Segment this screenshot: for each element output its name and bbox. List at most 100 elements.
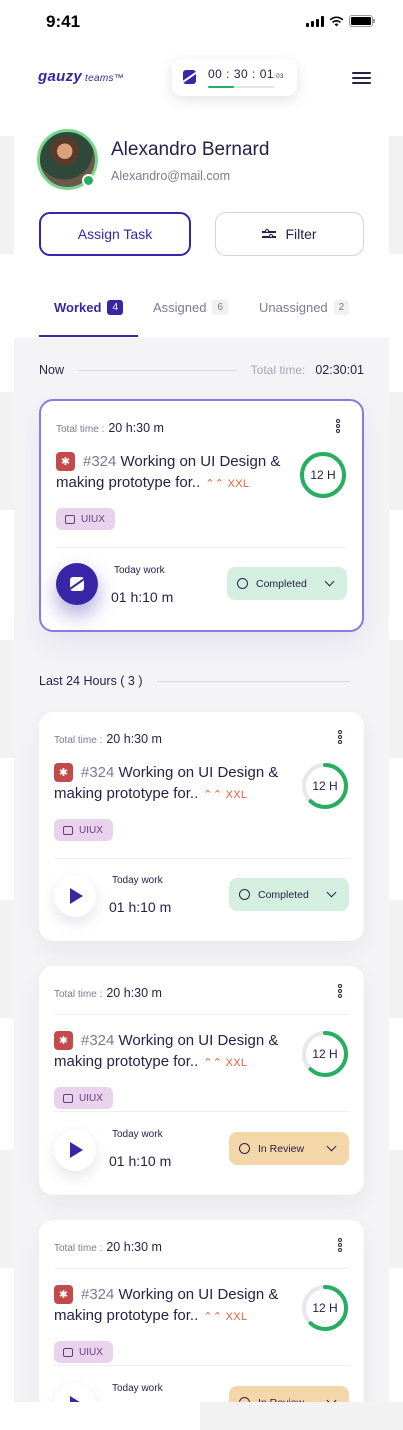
stop-icon	[70, 577, 84, 591]
more-options-icon[interactable]	[338, 1238, 342, 1252]
task-title[interactable]: #324 Working on UI Design & making proto…	[54, 1284, 279, 1328]
more-options-icon[interactable]	[338, 984, 342, 998]
tab-unassigned[interactable]: Unassigned 2	[259, 300, 350, 338]
task-title[interactable]: #324 Working on UI Design & making proto…	[56, 451, 281, 495]
status-icon	[239, 1143, 250, 1154]
divider	[56, 547, 347, 548]
today-work-value: 01 h:10 m	[111, 589, 174, 605]
label-text: UIUX	[79, 1092, 103, 1104]
estimate-label: 12 H	[310, 468, 336, 482]
tab-worked[interactable]: Worked 4	[54, 300, 123, 338]
task-size-value: XXL	[225, 1311, 248, 1323]
task-card-active[interactable]: Total time :20 h:30 m ✱ #324 Working on …	[39, 399, 364, 632]
status-text: Completed	[256, 577, 307, 590]
task-title[interactable]: #324 Working on UI Design & making proto…	[54, 762, 279, 806]
status-bar: 9:41	[14, 0, 389, 44]
label-chip[interactable]: UIUX	[54, 1087, 113, 1109]
hamburger-menu-icon[interactable]	[352, 72, 371, 84]
top-panel: 9:41 gauzy teams™ 00 : 30 : 01:03 Alexan…	[14, 0, 389, 338]
timer-display: 00 : 30 : 01:03	[208, 67, 284, 81]
task-size: ⌃⌃ XXL	[205, 478, 250, 490]
background-tile	[0, 900, 14, 1018]
task-tabs: Worked 4 Assigned 6 Unassigned 2	[14, 300, 389, 338]
app-header: gauzy teams™ 00 : 30 : 01:03	[14, 56, 389, 106]
label-chip[interactable]: UIUX	[54, 819, 113, 841]
task-card[interactable]: Total time :20 h:30 m ✱ #324 Working on …	[39, 966, 364, 1195]
assign-task-button[interactable]: Assign Task	[39, 212, 191, 256]
play-button[interactable]	[54, 1383, 96, 1402]
background-tile	[389, 1150, 403, 1268]
status-text: In Review	[258, 1142, 305, 1155]
task-number: #324	[81, 764, 115, 781]
total-time: Total time :20 h:30 m	[54, 732, 162, 746]
total-time: Total time :20 h:30 m	[54, 1240, 162, 1254]
timer-stop-icon[interactable]	[183, 70, 196, 84]
filter-button[interactable]: Filter	[215, 212, 364, 256]
user-email: Alexandro@mail.com	[111, 169, 230, 183]
label-icon	[63, 1093, 73, 1103]
today-work-label: Today work	[112, 1383, 163, 1394]
label-text: UIUX	[79, 824, 103, 836]
logo-subtext: teams™	[85, 73, 125, 84]
total-time-value: 02:30:01	[315, 363, 364, 377]
background-tile	[0, 640, 14, 758]
total-time: Total time :20 h:30 m	[56, 421, 164, 435]
task-card[interactable]: Total time :20 h:30 m ✱ #324 Working on …	[39, 1220, 364, 1402]
section-title: Last 24 Hours ( 3 )	[39, 674, 143, 688]
estimate-label: 12 H	[312, 779, 338, 793]
play-button[interactable]	[54, 1129, 96, 1171]
background-tile	[200, 1402, 403, 1430]
chevron-down-icon	[326, 1141, 337, 1152]
chevron-down-icon	[326, 887, 337, 898]
tab-count: 6	[212, 300, 229, 315]
task-size-value: XXL	[227, 478, 250, 490]
status-dropdown[interactable]: In Review	[229, 1386, 349, 1402]
label-text: UIUX	[79, 1346, 103, 1358]
status-icon	[239, 1397, 250, 1402]
background-tile	[389, 640, 403, 758]
task-number: #324	[81, 1032, 115, 1049]
tab-label: Worked	[54, 300, 102, 315]
tab-label: Assigned	[153, 300, 207, 315]
status-dropdown[interactable]: Completed	[229, 878, 349, 911]
task-title[interactable]: #324 Working on UI Design & making proto…	[54, 1030, 279, 1074]
status-dropdown[interactable]: In Review	[229, 1132, 349, 1165]
today-work-label: Today work	[114, 565, 165, 576]
chevron-down-icon	[324, 576, 335, 587]
status-text: Completed	[258, 888, 309, 901]
today-work-label: Today work	[112, 875, 163, 886]
today-work-value: 01 h:10 m	[109, 899, 172, 915]
tab-assigned[interactable]: Assigned 6	[153, 300, 229, 338]
filter-label: Filter	[285, 226, 317, 242]
label-text: UIUX	[81, 513, 105, 525]
label-chip[interactable]: UIUX	[56, 508, 115, 530]
timer-progress-bar	[208, 86, 274, 88]
app-logo[interactable]: gauzy teams™	[38, 68, 124, 85]
timer-fraction: :03	[274, 74, 284, 80]
task-size: ⌃⌃ XXL	[203, 789, 248, 801]
section-title: Now	[39, 363, 65, 377]
background-tile	[0, 392, 14, 510]
more-options-icon[interactable]	[336, 419, 340, 433]
label-chip[interactable]: UIUX	[54, 1341, 113, 1363]
user-profile: Alexandro Bernard Alexandro@mail.com	[37, 129, 377, 190]
timer-widget[interactable]: 00 : 30 : 01:03	[172, 59, 297, 96]
estimate-label: 12 H	[312, 1301, 338, 1315]
task-card[interactable]: Total time :20 h:30 m ✱ #324 Working on …	[39, 712, 364, 941]
divider	[54, 1014, 349, 1015]
task-size: ⌃⌃ XXL	[203, 1057, 248, 1069]
status-time: 9:41	[46, 12, 81, 31]
phone-screen: 9:41 gauzy teams™ 00 : 30 : 01:03 Alexan…	[14, 0, 389, 1402]
status-dropdown[interactable]: Completed	[227, 567, 347, 600]
total-time-value: 20 h:30 m	[106, 732, 162, 746]
total-time-label: Total time:	[250, 363, 306, 377]
task-size-value: XXL	[225, 1057, 248, 1069]
more-options-icon[interactable]	[338, 730, 342, 744]
user-name: Alexandro Bernard	[111, 139, 270, 160]
background-tile	[389, 392, 403, 510]
background-tile	[389, 900, 403, 1018]
play-button[interactable]	[54, 875, 96, 917]
background-tile	[389, 136, 403, 254]
stop-button[interactable]	[56, 563, 98, 605]
tab-label: Unassigned	[259, 300, 328, 315]
